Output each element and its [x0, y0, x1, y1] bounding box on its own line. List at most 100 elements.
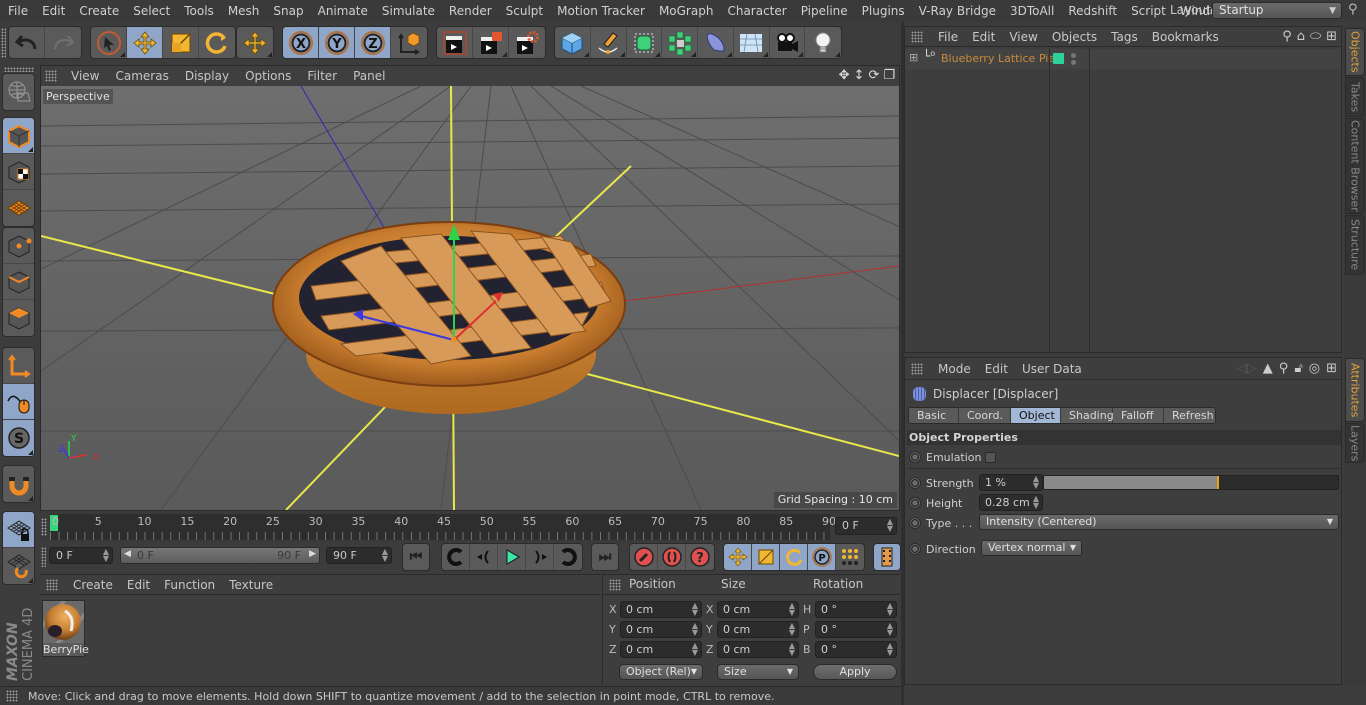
tab-object[interactable]: Object [1011, 408, 1061, 423]
object-menu-objects[interactable]: Objects [1045, 30, 1104, 44]
position-x-field[interactable]: 0 cm ▲ ▼ [620, 601, 702, 618]
editor-visibility-dot[interactable] [1071, 53, 1076, 58]
go-to-end-button[interactable]: ⏭ [592, 544, 618, 570]
tab-falloff[interactable]: Falloff [1113, 408, 1164, 423]
animation-radio[interactable] [909, 543, 921, 555]
attribute-grip[interactable] [911, 362, 923, 375]
spinner-icon[interactable]: ▲ ▼ [692, 642, 698, 657]
spinner-icon[interactable]: ▲ ▼ [789, 602, 795, 617]
menu-mograph[interactable]: MoGraph [652, 4, 721, 18]
coordinates-grip[interactable] [609, 578, 621, 591]
pen-spline-button[interactable] [591, 27, 627, 58]
new-panel-icon[interactable]: ⊞ [1326, 361, 1337, 376]
object-grip[interactable] [911, 30, 923, 43]
search-icon[interactable]: ⚲ [1348, 2, 1358, 17]
viewport-grip[interactable] [45, 70, 57, 82]
playback-grip[interactable] [41, 547, 46, 567]
menu-render[interactable]: Render [442, 4, 499, 18]
home-icon[interactable]: ⌂ [1297, 29, 1305, 44]
workplane-mode-button[interactable] [3, 190, 34, 226]
recent-tool-button[interactable] [237, 27, 273, 58]
animation-radio[interactable] [909, 451, 921, 463]
viewport-menu-cameras[interactable]: Cameras [107, 69, 176, 83]
animation-radio[interactable] [909, 517, 921, 529]
spinner-icon[interactable]: ▲ ▼ [789, 622, 795, 637]
camera-button[interactable] [770, 27, 806, 58]
rotation-h-field[interactable]: 0 ° ▲ ▼ [815, 601, 897, 618]
menu-tools[interactable]: Tools [177, 4, 221, 18]
apply-button[interactable]: Apply [813, 664, 897, 680]
viewport-menu-options[interactable]: Options [237, 69, 299, 83]
subdivision-surface-button[interactable] [627, 27, 663, 58]
rotate-tool-button[interactable] [199, 27, 235, 58]
menu-character[interactable]: Character [720, 4, 793, 18]
menu-sculpt[interactable]: Sculpt [499, 4, 550, 18]
previous-frame-button[interactable] [470, 544, 498, 570]
range-right-arrow-icon[interactable]: ▶ [309, 549, 316, 559]
search-icon[interactable]: ⚲ [1282, 29, 1292, 44]
lock-icon[interactable]: 🔓︎ [1294, 361, 1302, 376]
axis-mode-button[interactable] [3, 348, 34, 384]
size-x-field[interactable]: 0 cm ▲ ▼ [717, 601, 799, 618]
start-frame-field[interactable]: 0 F ▲ ▼ [49, 547, 113, 564]
pan-view-icon[interactable]: ✥ [839, 68, 850, 83]
layout-dropdown[interactable]: Startup ▼ [1212, 2, 1342, 19]
tab-shading[interactable]: Shading [1061, 408, 1114, 423]
menu-motion-tracker[interactable]: Motion Tracker [550, 4, 652, 18]
viewport-canvas[interactable]: Y Z X Perspective Grid Spacing : 10 cm [41, 86, 899, 510]
attribute-menu-mode[interactable]: Mode [931, 362, 978, 376]
spinner-icon[interactable]: ▲ ▼ [1033, 495, 1039, 510]
history-arrows-icon[interactable]: ◁▷ [1237, 361, 1257, 376]
menu-script[interactable]: Script [1124, 4, 1173, 18]
menu-create[interactable]: Create [72, 4, 126, 18]
workplane-button[interactable] [3, 548, 34, 584]
viewport-menu-view[interactable]: View [63, 69, 107, 83]
timeline-window-button[interactable] [874, 544, 900, 570]
timeline-grip[interactable] [41, 518, 47, 536]
menu-file[interactable]: File [0, 4, 35, 18]
search-icon[interactable]: ⚲ [1279, 361, 1289, 376]
tab-objects[interactable]: Objects [1345, 28, 1365, 76]
autokey-button[interactable] [658, 544, 686, 570]
tab-takes[interactable]: Takes [1345, 77, 1365, 117]
toolbar-grip[interactable] [1, 28, 6, 58]
viewport-menu-display[interactable]: Display [177, 69, 237, 83]
y-axis-button[interactable]: Y [319, 27, 355, 58]
material-menu-create[interactable]: Create [66, 578, 120, 592]
spinner-icon[interactable]: ▲ ▼ [1033, 475, 1039, 490]
spinner-icon[interactable]: ▲ ▼ [789, 642, 795, 657]
render-view-button[interactable] [437, 27, 473, 58]
next-frame-button[interactable] [526, 544, 554, 570]
menu-select[interactable]: Select [126, 4, 177, 18]
bend-deformer-button[interactable] [698, 27, 734, 58]
spinner-icon[interactable]: ▲ ▼ [887, 642, 893, 657]
animation-radio[interactable] [909, 477, 921, 489]
record-button[interactable] [630, 544, 658, 570]
size-y-field[interactable]: 0 cm ▲ ▼ [717, 621, 799, 638]
status-grip[interactable] [6, 690, 18, 702]
layer-icon[interactable]: ⬭ [1310, 29, 1321, 44]
coordinate-system-button[interactable] [391, 27, 427, 58]
edges-mode-button[interactable] [3, 264, 34, 300]
solo-button[interactable]: S [3, 420, 34, 456]
viewport-menu-panel[interactable]: Panel [345, 69, 393, 83]
tab-coord[interactable]: Coord. [959, 408, 1011, 423]
size-mode-dropdown[interactable]: Size ▼ [717, 664, 799, 680]
cloner-button[interactable] [662, 27, 698, 58]
menu-snap[interactable]: Snap [266, 4, 310, 18]
cube-button[interactable] [555, 27, 591, 58]
scale-key-button[interactable] [752, 544, 780, 570]
type-dropdown[interactable]: Intensity (Centered) ▼ [979, 514, 1339, 530]
z-axis-button[interactable]: Z [355, 27, 391, 58]
light-button[interactable] [805, 27, 841, 58]
current-frame-field[interactable]: 0 F ▲ ▼ [835, 517, 897, 535]
dolly-view-icon[interactable]: ↕ [854, 68, 865, 83]
previous-key-button[interactable] [442, 544, 470, 570]
menu-plugins[interactable]: Plugins [855, 4, 912, 18]
material-menu-edit[interactable]: Edit [120, 578, 157, 592]
snap-button[interactable] [3, 466, 34, 502]
menu-3dtoall[interactable]: 3DToAll [1003, 4, 1061, 18]
material-grip[interactable] [46, 578, 58, 591]
param-key-button[interactable]: P [808, 544, 836, 570]
orbit-view-icon[interactable]: ⟳ [868, 68, 879, 83]
